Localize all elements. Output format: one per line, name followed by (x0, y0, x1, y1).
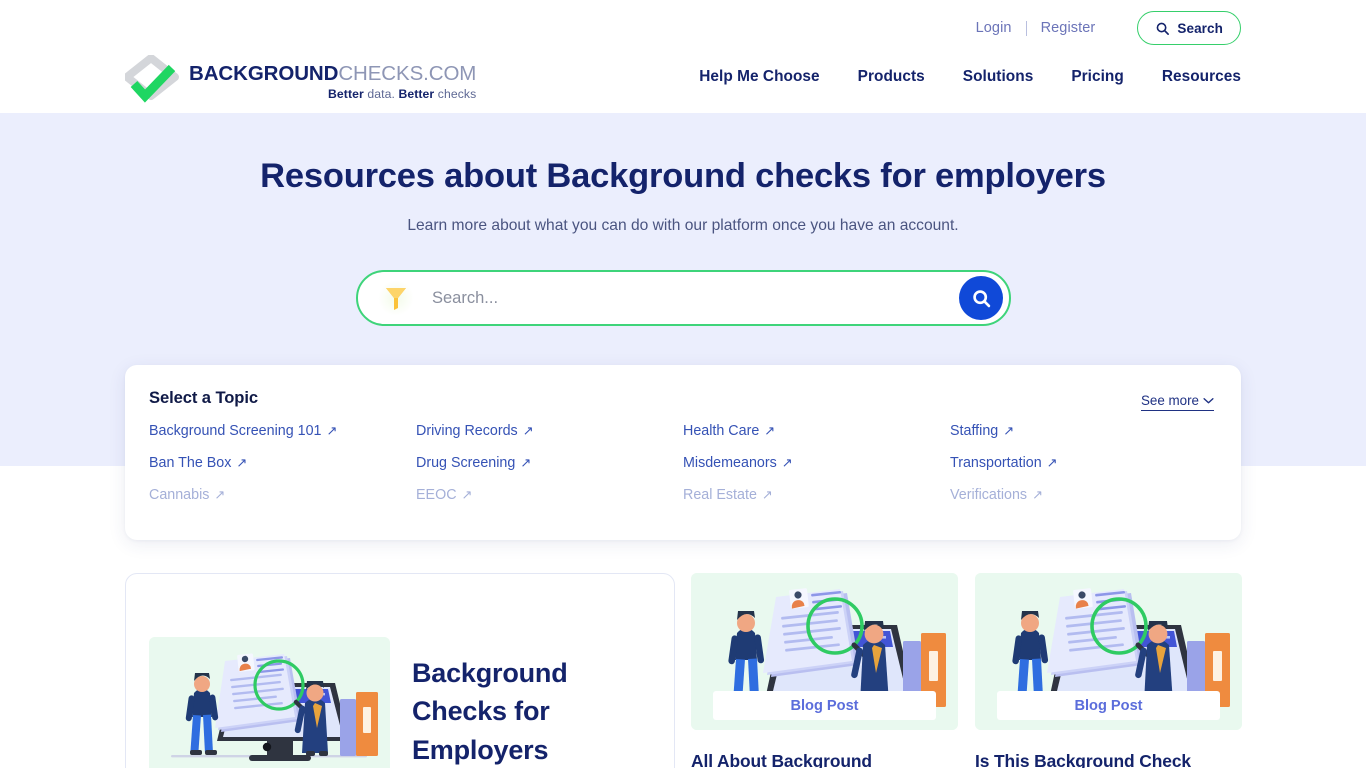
register-link[interactable]: Register (1027, 20, 1110, 36)
blog-post-badge[interactable]: Blog Post (713, 691, 936, 720)
blog-card-title: Is This Background Check (975, 751, 1192, 768)
topic-link-driving-records[interactable]: Driving Records ↗ (416, 423, 683, 455)
blog-card[interactable]: Blog Post All About Background (691, 573, 958, 768)
logo-word-bold: BACKGROUND (189, 61, 339, 85)
arrow-up-right-icon: ↗ (1032, 487, 1043, 502)
nav-item-pricing[interactable]: Pricing (1071, 68, 1124, 86)
diamond-check-logo-icon (125, 55, 181, 107)
arrow-up-right-icon: ↗ (520, 455, 532, 470)
logo-word-light: CHECKS.COM (338, 61, 477, 85)
see-more-topics-button[interactable]: See more (1140, 393, 1214, 411)
arrow-up-right-icon: ↗ (522, 423, 534, 438)
nav-item-products[interactable]: Products (858, 68, 925, 86)
nav-item-help-me-choose[interactable]: Help Me Choose (699, 68, 819, 86)
topic-link-label: EEOC (416, 487, 457, 503)
topic-link-background-screening-101[interactable]: Background Screening 101 ↗ (149, 423, 416, 455)
arrow-up-right-icon: ↗ (764, 423, 776, 438)
resource-search-bar (356, 270, 1011, 326)
arrow-up-right-icon: ↗ (781, 455, 793, 470)
header-search-button-label: Search (1177, 20, 1223, 36)
utility-nav: Login Register Search (962, 11, 1241, 45)
topic-link-label: Misdemeanors (683, 455, 777, 471)
topic-link-eeoc[interactable]: EEOC ↗ (416, 487, 683, 519)
arrow-up-right-icon: ↗ (1003, 423, 1015, 438)
topic-link-label: Drug Screening (416, 455, 516, 471)
blog-card[interactable]: Blog Post Is This Background Check (975, 573, 1242, 768)
page-subtitle: Learn more about what you can do with ou… (407, 217, 959, 234)
login-link[interactable]: Login (962, 20, 1026, 36)
topic-link-drug-screening[interactable]: Drug Screening ↗ (416, 455, 683, 487)
search-input[interactable] (414, 288, 959, 308)
topic-link-ban-the-box[interactable]: Ban The Box ↗ (149, 455, 416, 487)
topic-link-cannabis[interactable]: Cannabis ↗ (149, 487, 416, 519)
main-navigation: Help Me Choose Products Solutions Pricin… (699, 68, 1241, 86)
search-icon (1155, 21, 1170, 36)
site-header: Login Register Search BACKGROUNDCHECKS.C… (0, 0, 1366, 113)
arrow-up-right-icon: ↗ (1046, 455, 1058, 470)
topic-link-label: Verifications (950, 487, 1028, 503)
topic-link-label: Driving Records (416, 423, 518, 439)
search-submit-button[interactable] (959, 276, 1003, 320)
site-logo[interactable]: BACKGROUNDCHECKS.COM Better data. Better… (125, 55, 476, 107)
background-check-illustration: Blog Post (691, 573, 958, 730)
chevron-down-icon (1203, 397, 1214, 404)
page-title: Resources about Background checks for em… (260, 157, 1106, 195)
topic-link-label: Ban The Box (149, 455, 232, 471)
topic-link-label: Health Care (683, 423, 760, 439)
logo-wordmark: BACKGROUNDCHECKS.COM Better data. Better… (189, 61, 477, 102)
topic-link-label: Real Estate (683, 487, 757, 503)
funnel-filter-icon[interactable] (378, 280, 414, 316)
topic-panel-heading: Select a Topic (149, 388, 258, 407)
topic-link-staffing[interactable]: Staffing ↗ (950, 423, 1217, 455)
arrow-up-right-icon: ↗ (461, 487, 473, 502)
header-search-button[interactable]: Search (1137, 11, 1241, 45)
topic-link-transportation[interactable]: Transportation ↗ (950, 455, 1217, 487)
blog-post-badge[interactable]: Blog Post (997, 691, 1220, 720)
see-more-label: See more (1140, 393, 1199, 408)
topic-selector-panel: Select a Topic See more Background Scree… (125, 365, 1241, 540)
arrow-up-right-icon: ↗ (214, 487, 226, 502)
logo-tagline-strong-1: Better (328, 87, 364, 102)
topic-link-real-estate[interactable]: Real Estate ↗ (683, 487, 950, 519)
topic-link-health-care[interactable]: Health Care ↗ (683, 423, 950, 455)
blog-card-title: All About Background (691, 751, 872, 768)
topic-link-label: Cannabis (149, 487, 210, 503)
nav-item-resources[interactable]: Resources (1162, 68, 1241, 86)
topic-link-label: Transportation (950, 455, 1042, 471)
arrow-up-right-icon: ↗ (761, 487, 773, 502)
featured-resource-card[interactable]: Background Checks for Employers (125, 573, 675, 768)
topic-links-grid: Background Screening 101 ↗ Driving Record… (149, 423, 1217, 519)
logo-tagline-mid: data. (363, 87, 399, 102)
topic-link-label: Background Screening 101 (149, 423, 322, 439)
topic-link-label: Staffing (950, 423, 999, 439)
logo-tagline-strong-2: Better (398, 87, 435, 102)
topic-link-misdemeanors[interactable]: Misdemeanors ↗ (683, 455, 950, 487)
background-check-illustration (149, 637, 390, 768)
featured-resource-title: Background Checks for Employers (412, 658, 568, 765)
nav-item-solutions[interactable]: Solutions (963, 68, 1034, 86)
arrow-up-right-icon: ↗ (236, 455, 248, 470)
resources-page: Login Register Search BACKGROUNDCHECKS.C… (0, 0, 1366, 768)
topic-link-verifications[interactable]: Verifications ↗ (950, 487, 1217, 519)
arrow-up-right-icon: ↗ (326, 423, 338, 438)
background-check-illustration: Blog Post (975, 573, 1242, 730)
logo-tagline-end: checks (434, 87, 477, 102)
